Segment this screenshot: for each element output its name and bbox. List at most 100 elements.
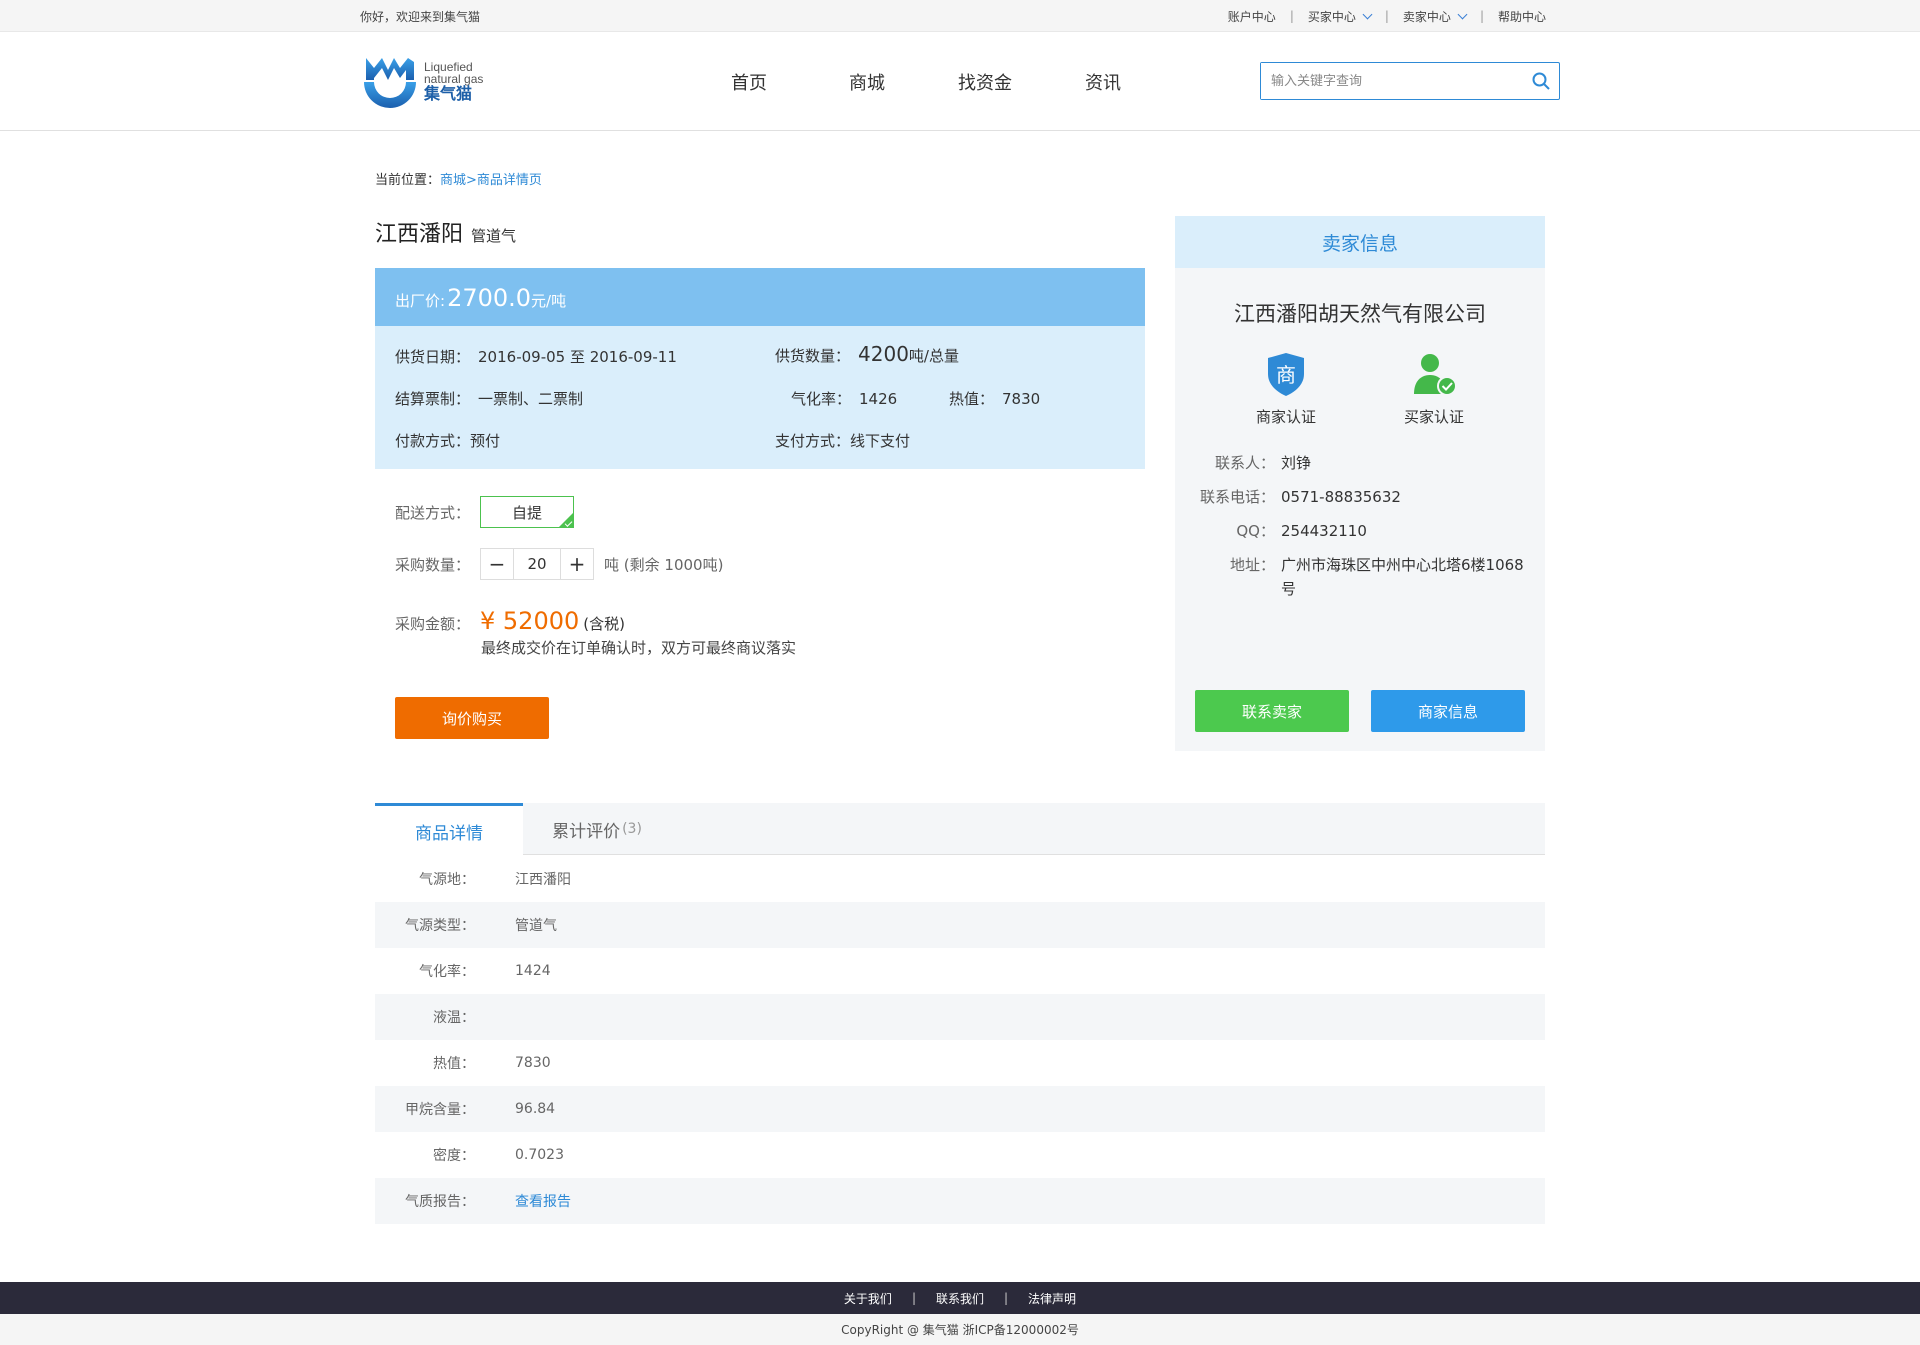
nav-mall[interactable]: 商城 bbox=[808, 69, 926, 95]
price-bar: 出厂价: 2700.0 元/吨 bbox=[375, 268, 1145, 326]
contact-phone: 联系电话： 0571-88835632 bbox=[1175, 485, 1545, 509]
supply-qty-label: 供货数量： bbox=[775, 347, 851, 365]
contact-person-value: 刘铮 bbox=[1281, 454, 1312, 472]
supply-date-label: 供货日期： bbox=[395, 348, 471, 366]
table-row: 气源地： 江西潘阳 bbox=[375, 856, 1545, 902]
amount-note: 最终成交价在订单确认时，双方可最终商议落实 bbox=[481, 639, 797, 657]
seller-header: 卖家信息 bbox=[1175, 216, 1545, 268]
search-input[interactable] bbox=[1261, 63, 1523, 99]
gasify-rate: 气化率： 1426 bbox=[791, 388, 897, 409]
search-box bbox=[1260, 62, 1560, 100]
contact-address-value: 广州市海珠区中州中心北塔6楼1068号 bbox=[1281, 556, 1524, 598]
price-unit: 元/吨 bbox=[531, 292, 567, 310]
gasify-label: 气化率： bbox=[791, 390, 852, 408]
contact-address: 地址： 广州市海珠区中州中心北塔6楼1068号 bbox=[1175, 553, 1545, 601]
nav-funding[interactable]: 找资金 bbox=[926, 69, 1044, 95]
buyer-center-label: 买家中心 bbox=[1307, 9, 1356, 24]
account-center-link[interactable]: 账户中心 bbox=[1214, 8, 1290, 25]
pay-method: 支付方式： 线下支付 bbox=[775, 430, 910, 451]
product-type: 管道气 bbox=[471, 227, 517, 245]
view-report-link[interactable]: 查看报告 bbox=[515, 1191, 571, 1211]
tab-product-detail[interactable]: 商品详情 bbox=[375, 803, 523, 856]
footer-about-link[interactable]: 关于我们 bbox=[824, 1290, 912, 1307]
shield-icon: 商 bbox=[1268, 353, 1304, 396]
quantity-stepper: − 20 + bbox=[480, 548, 595, 580]
settle-label: 结算票制： bbox=[395, 390, 471, 408]
contact-address-label: 地址： bbox=[1229, 556, 1275, 574]
help-center-link[interactable]: 帮助中心 bbox=[1484, 8, 1560, 25]
site-footer: 关于我们 | 联系我们 | 法律声明 CopyRight @ 集气猫 浙ICP备… bbox=[0, 1282, 1920, 1345]
merchant-cert-label: 商家认证 bbox=[1255, 408, 1316, 426]
nav-news[interactable]: 资讯 bbox=[1044, 69, 1162, 95]
copyright: CopyRight @ 集气猫 浙ICP备12000002号 bbox=[0, 1314, 1920, 1345]
quantity-row: 采购数量： − 20 + 吨 (剩余 1000吨) bbox=[395, 548, 723, 580]
price-value: 2700.0 bbox=[447, 284, 532, 312]
top-links: 账户中心 | 买家中心 | 卖家中心 | 帮助中心 bbox=[1214, 8, 1560, 25]
tab-reviews-label: 累计评价 bbox=[552, 821, 621, 842]
logo-text: Liquefied natural gas 集气猫 bbox=[424, 60, 483, 103]
payment-label: 付款方式： bbox=[395, 432, 471, 450]
top-bar: 你好，欢迎来到集气猫 账户中心 | 买家中心 | 卖家中心 | 帮助中心 bbox=[0, 0, 1920, 32]
seller-contacts: 联系人： 刘铮 联系电话： 0571-88835632 QQ： 25443211… bbox=[1175, 451, 1545, 601]
row-key: 气化率： bbox=[419, 964, 475, 980]
gasify-value: 1426 bbox=[859, 390, 898, 408]
site-logo[interactable]: Liquefied natural gas 集气猫 bbox=[360, 52, 500, 112]
welcome-text: 你好，欢迎来到集气猫 bbox=[360, 9, 481, 24]
detail-table: 气源地： 江西潘阳 气源类型： 管道气 气化率： 1424 液温： 热值： 7830 甲… bbox=[375, 856, 1545, 1224]
settle-type: 结算票制： 一票制、二票制 bbox=[395, 388, 583, 409]
seller-center-label: 卖家中心 bbox=[1402, 9, 1451, 24]
row-key: 气源类型： bbox=[405, 918, 475, 934]
row-key: 液温： bbox=[433, 1010, 475, 1026]
shield-icon-text: 商 bbox=[1276, 363, 1296, 387]
footer-legal-link[interactable]: 法律声明 bbox=[1008, 1290, 1096, 1307]
main-nav: 首页 商城 找资金 资讯 bbox=[690, 69, 1162, 95]
delivery-row: 配送方式： 自提 bbox=[395, 496, 575, 528]
search-button[interactable] bbox=[1523, 63, 1559, 99]
site-header: Liquefied natural gas 集气猫 首页 商城 找资金 资讯 bbox=[0, 32, 1920, 131]
seller-actions: 联系卖家 商家信息 bbox=[1195, 690, 1525, 732]
contact-seller-button[interactable]: 联系卖家 bbox=[1195, 690, 1349, 732]
seller-center-link[interactable]: 卖家中心 bbox=[1389, 8, 1480, 25]
plus-button[interactable]: + bbox=[561, 549, 594, 579]
seller-panel: 卖家信息 江西潘阳胡天然气有限公司 商 商家认证 买家认证 联系人： 刘铮 联系… bbox=[1175, 216, 1545, 751]
heat-label: 热值： bbox=[949, 390, 995, 408]
delivery-label: 配送方式： bbox=[395, 503, 471, 522]
inquire-buy-button[interactable]: 询价购买 bbox=[395, 697, 549, 739]
buyer-center-link[interactable]: 买家中心 bbox=[1294, 8, 1385, 25]
price-label: 出厂价: bbox=[395, 292, 446, 310]
table-row: 气源类型： 管道气 bbox=[375, 902, 1545, 948]
row-key: 气源地： bbox=[419, 872, 475, 888]
contact-phone-value: 0571-88835632 bbox=[1281, 488, 1401, 506]
pay-method-label: 支付方式： bbox=[775, 432, 851, 450]
nav-home[interactable]: 首页 bbox=[690, 69, 808, 95]
verified-user-icon bbox=[1414, 354, 1457, 396]
merchant-info-button[interactable]: 商家信息 bbox=[1371, 690, 1525, 732]
footer-contact-link[interactable]: 联系我们 bbox=[916, 1290, 1004, 1307]
row-value: 96.84 bbox=[515, 1101, 556, 1117]
amount-tax: (含税) bbox=[583, 615, 625, 633]
row-key: 密度： bbox=[433, 1148, 475, 1164]
breadcrumb-trail[interactable]: 商城>商品详情页 bbox=[440, 173, 542, 188]
contact-qq-value: 254432110 bbox=[1281, 522, 1367, 540]
amount-value: ¥ 52000 bbox=[480, 607, 580, 635]
supply-qty: 供货数量： 4200 吨/总量 bbox=[775, 342, 959, 366]
tab-reviews[interactable]: 累计评价 (3) bbox=[523, 803, 671, 855]
contact-qq-label: QQ： bbox=[1236, 522, 1275, 540]
certifications: 商 商家认证 买家认证 bbox=[1175, 350, 1545, 427]
contact-phone-label: 联系电话： bbox=[1199, 488, 1275, 506]
row-value: 管道气 bbox=[515, 918, 557, 934]
table-row: 气质报告： 查看报告 bbox=[375, 1178, 1545, 1224]
buyer-cert-label: 买家认证 bbox=[1403, 408, 1464, 426]
payment-type: 付款方式： 预付 bbox=[395, 430, 500, 451]
tab-product-detail-label: 商品详情 bbox=[415, 823, 483, 844]
quantity-input[interactable]: 20 bbox=[513, 549, 562, 579]
contact-person: 联系人： 刘铮 bbox=[1175, 451, 1545, 475]
row-key: 气质报告： bbox=[405, 1194, 475, 1210]
delivery-option-pickup[interactable]: 自提 bbox=[480, 496, 575, 528]
minus-button[interactable]: − bbox=[481, 549, 514, 579]
reviews-count: (3) bbox=[622, 821, 642, 837]
buyer-cert: 买家认证 bbox=[1396, 350, 1472, 427]
supply-qty-value: 4200 bbox=[858, 342, 909, 366]
row-value: 7830 bbox=[515, 1055, 551, 1071]
row-value: 江西潘阳 bbox=[515, 872, 571, 888]
